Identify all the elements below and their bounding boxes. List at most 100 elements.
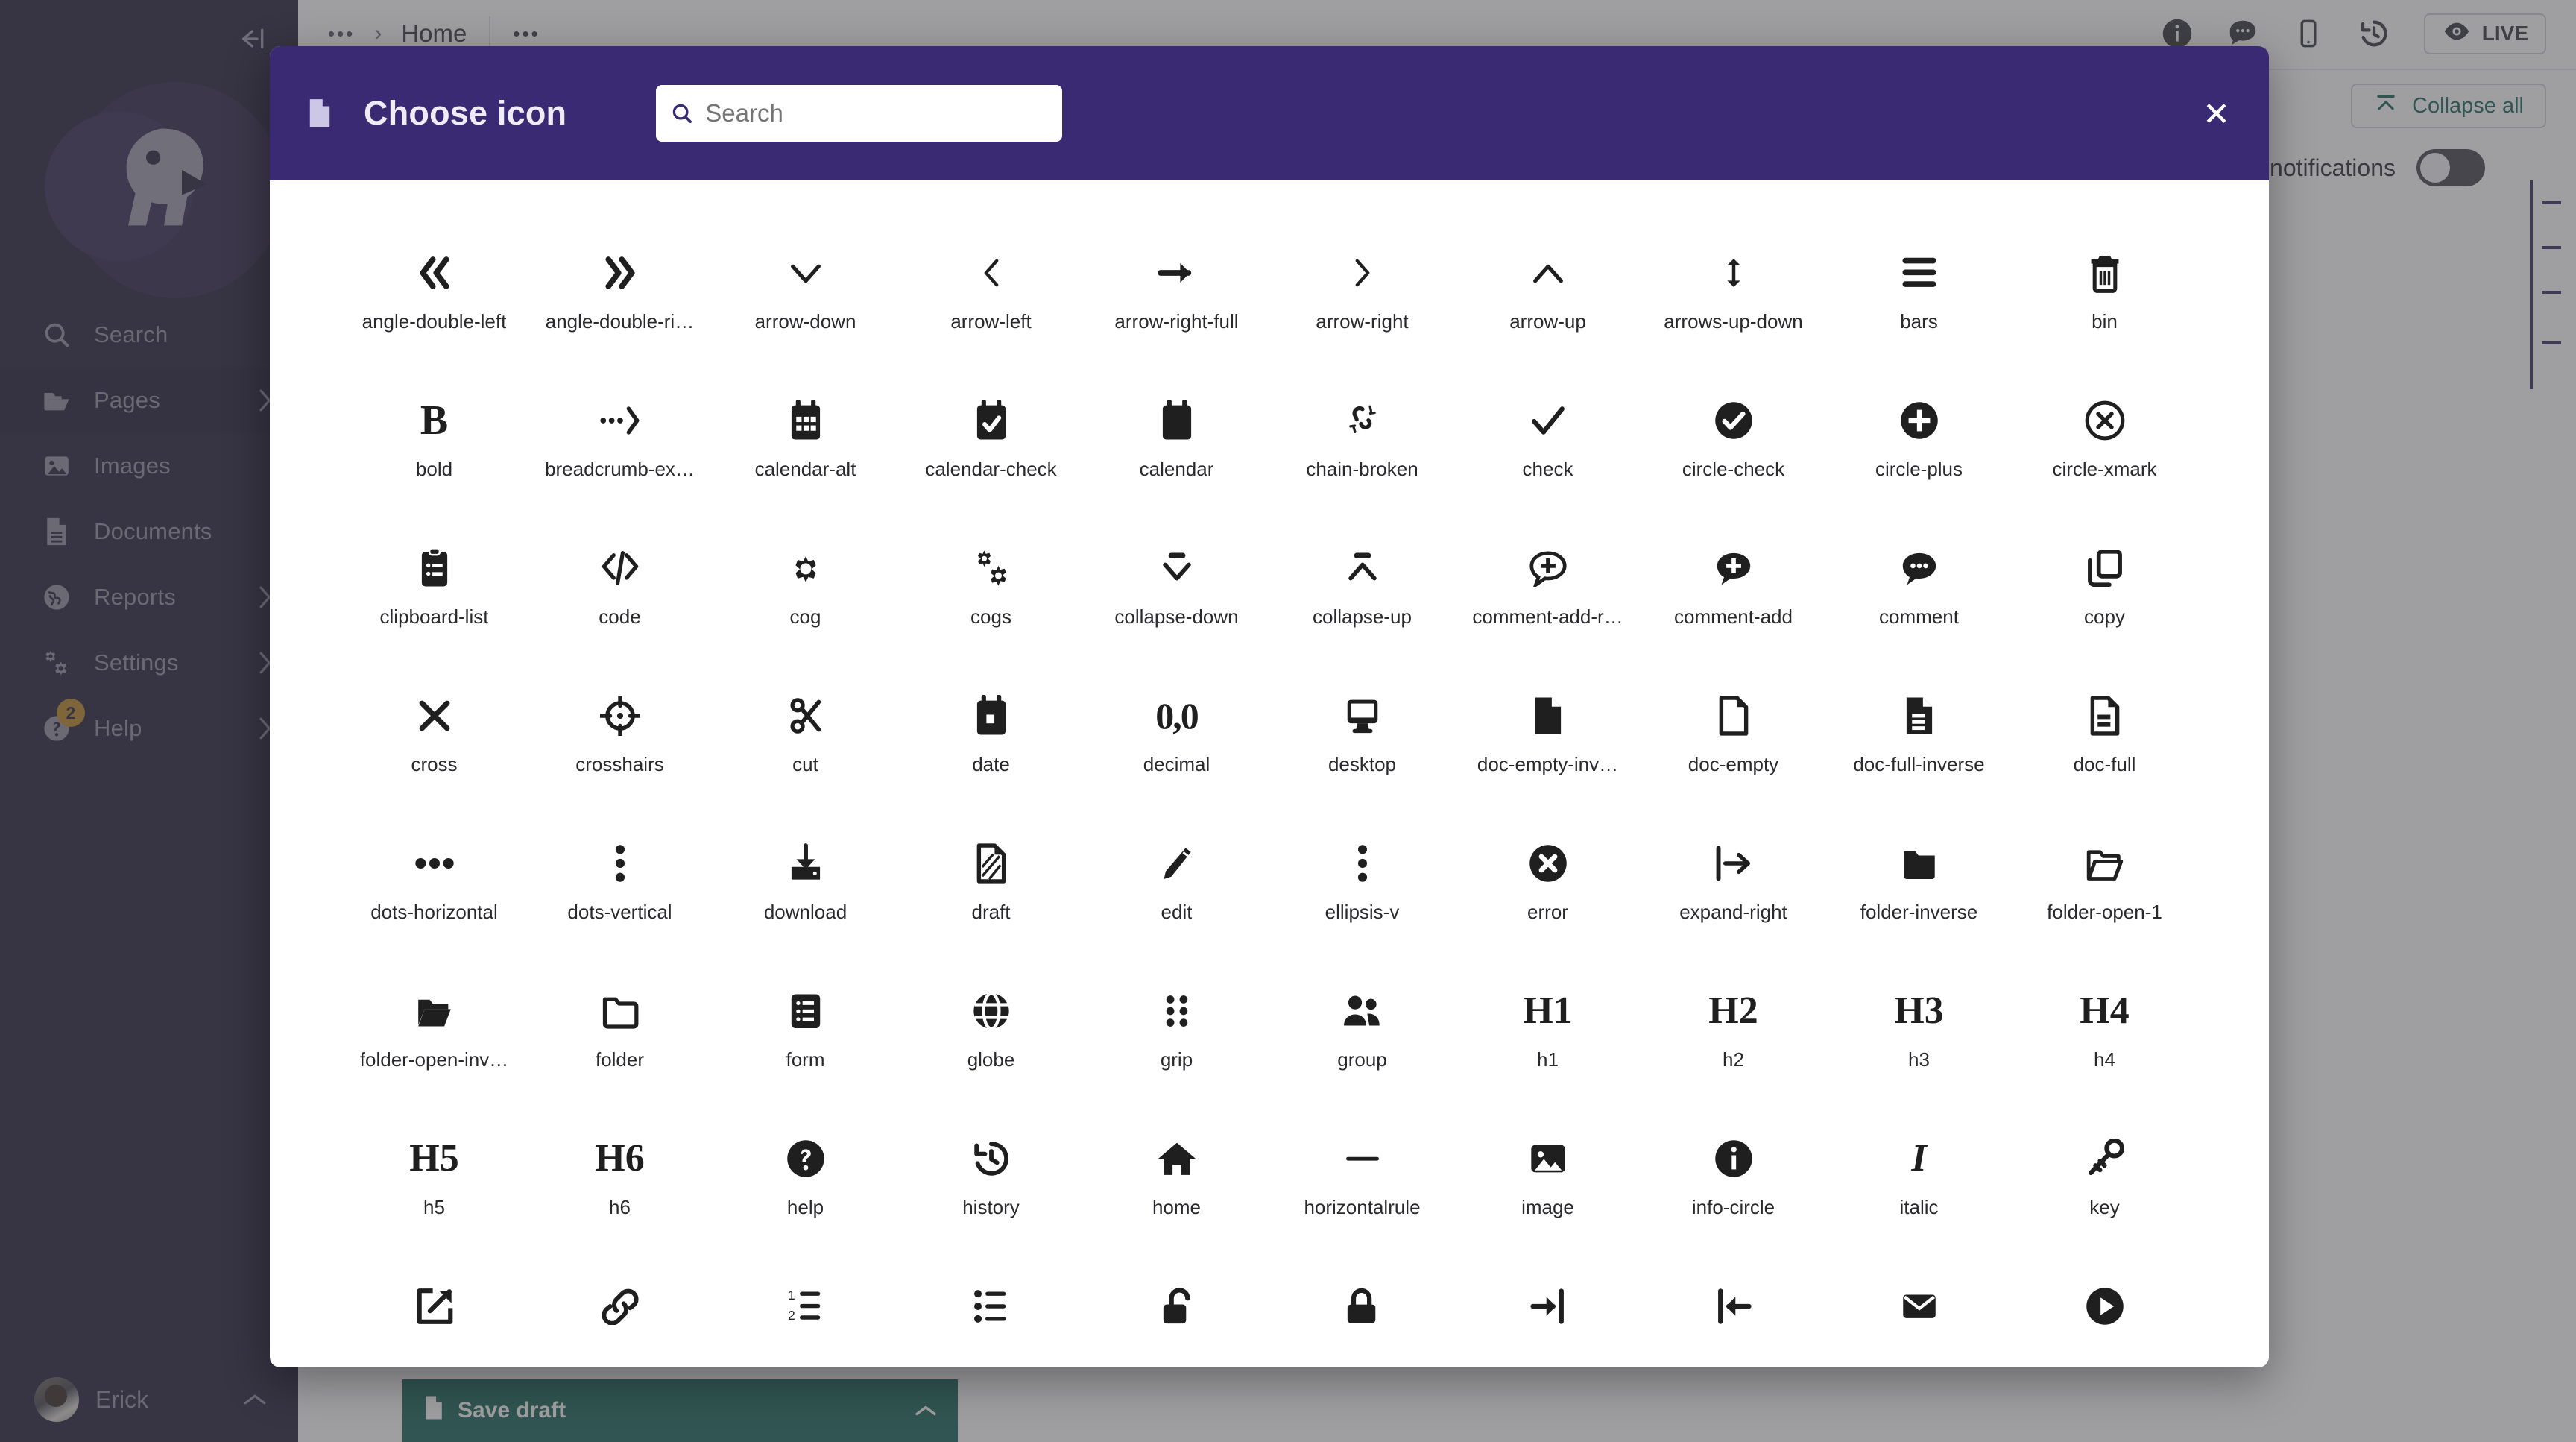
icon-option-lock[interactable] — [1269, 1268, 1455, 1367]
icon-option-doc-full-inverse[interactable]: doc-full-inverse — [1826, 677, 2012, 811]
icon-option-doc-empty[interactable]: doc-empty — [1641, 677, 1826, 811]
circle-check-icon — [1714, 386, 1754, 455]
icon-option-link-external[interactable] — [341, 1268, 527, 1367]
icon-option-help[interactable]: help — [713, 1120, 898, 1254]
arrows-up-down-icon — [1720, 239, 1748, 307]
modal-body: angle-double-leftangle-double-ri…arrow-d… — [270, 180, 2269, 1367]
icon-option-h6[interactable]: H6h6 — [527, 1120, 713, 1254]
icon-option-angle-double-left[interactable]: angle-double-left — [341, 234, 527, 368]
icon-option-date[interactable]: date — [898, 677, 1084, 811]
icon-option-h1[interactable]: H1h1 — [1455, 972, 1641, 1106]
icon-option-arrow-down[interactable]: arrow-down — [713, 234, 898, 368]
icon-option-collapse-up[interactable]: collapse-up — [1269, 529, 1455, 664]
icon-option-list-numbered[interactable]: 12 — [713, 1268, 898, 1367]
icon-option-bold[interactable]: Bbold — [341, 382, 527, 516]
folder-inverse-icon — [1900, 829, 1939, 898]
icon-search-box[interactable] — [656, 85, 1062, 142]
icon-option-clipboard-list[interactable]: clipboard-list — [341, 529, 527, 664]
icon-option-copy[interactable]: copy — [2012, 529, 2197, 664]
icon-option-bars[interactable]: bars — [1826, 234, 2012, 368]
icon-option-cog[interactable]: cog — [713, 529, 898, 664]
icon-option-arrow-right[interactable]: arrow-right — [1269, 234, 1455, 368]
icon-option-circle-xmark[interactable]: circle-xmark — [2012, 382, 2197, 516]
icon-option-label: h4 — [2094, 1048, 2115, 1071]
icon-option-calendar[interactable]: calendar — [1084, 382, 1269, 516]
arrow-right-full-icon — [1155, 239, 1199, 307]
icon-option-info-circle[interactable]: info-circle — [1641, 1120, 1826, 1254]
icon-option-decimal[interactable]: 0,0decimal — [1084, 677, 1269, 811]
icon-option-globe[interactable]: globe — [898, 972, 1084, 1106]
icon-option-label: arrow-right-full — [1114, 310, 1238, 333]
icon-option-key[interactable]: key — [2012, 1120, 2197, 1254]
icon-option-folder-inverse[interactable]: folder-inverse — [1826, 825, 2012, 959]
icon-option-dots-vertical[interactable]: dots-vertical — [527, 825, 713, 959]
icon-option-horizontalrule[interactable]: horizontalrule — [1269, 1120, 1455, 1254]
icon-option-h5[interactable]: H5h5 — [341, 1120, 527, 1254]
h3-icon: H3 — [1894, 977, 1943, 1045]
icon-option-h2[interactable]: H2h2 — [1641, 972, 1826, 1106]
icon-option-doc-empty-inverse[interactable]: doc-empty-inv… — [1455, 677, 1641, 811]
icon-option-lock-open[interactable] — [1084, 1268, 1269, 1367]
icon-option-collapse-down[interactable]: collapse-down — [1084, 529, 1269, 664]
icon-option-home[interactable]: home — [1084, 1120, 1269, 1254]
icon-option-image[interactable]: image — [1455, 1120, 1641, 1254]
icon-option-circle-check[interactable]: circle-check — [1641, 382, 1826, 516]
icon-option-h4[interactable]: H4h4 — [2012, 972, 2197, 1106]
icon-option-arrow-left[interactable]: arrow-left — [898, 234, 1084, 368]
icon-option-form[interactable]: form — [713, 972, 898, 1106]
icon-option-check[interactable]: check — [1455, 382, 1641, 516]
chain-broken-icon — [1345, 386, 1380, 455]
icon-option-cross[interactable]: cross — [341, 677, 527, 811]
icon-option-label: bold — [416, 458, 452, 481]
icon-option-link[interactable] — [527, 1268, 713, 1367]
icon-option-arrow-right-full[interactable]: arrow-right-full — [1084, 234, 1269, 368]
icon-option-doc-full[interactable]: doc-full — [2012, 677, 2197, 811]
icon-option-desktop[interactable]: desktop — [1269, 677, 1455, 811]
icon-option-logout[interactable] — [1641, 1268, 1826, 1367]
search-input[interactable] — [705, 99, 1047, 127]
icon-option-comment-add-reply[interactable]: comment-add-r… — [1455, 529, 1641, 664]
icon-option-folder-open-1[interactable]: folder-open-1 — [2012, 825, 2197, 959]
icon-option-comment-add[interactable]: comment-add — [1641, 529, 1826, 664]
icon-option-mail[interactable] — [1826, 1268, 2012, 1367]
icon-option-label: comment — [1879, 605, 1959, 629]
icon-option-download[interactable]: download — [713, 825, 898, 959]
icon-option-folder[interactable]: folder — [527, 972, 713, 1106]
icon-option-bin[interactable]: bin — [2012, 234, 2197, 368]
close-icon[interactable]: ✕ — [2203, 98, 2230, 131]
icon-option-arrows-up-down[interactable]: arrows-up-down — [1641, 234, 1826, 368]
icon-option-expand-right[interactable]: expand-right — [1641, 825, 1826, 959]
icon-option-cogs[interactable]: cogs — [898, 529, 1084, 664]
icon-option-ellipsis-v[interactable]: ellipsis-v — [1269, 825, 1455, 959]
icon-option-history[interactable]: history — [898, 1120, 1084, 1254]
icon-option-dots-horizontal[interactable]: dots-horizontal — [341, 825, 527, 959]
icon-option-error[interactable]: error — [1455, 825, 1641, 959]
icon-option-circle-plus[interactable]: circle-plus — [1826, 382, 2012, 516]
icon-option-group[interactable]: group — [1269, 972, 1455, 1106]
icon-option-chain-broken[interactable]: chain-broken — [1269, 382, 1455, 516]
icon-option-code[interactable]: code — [527, 529, 713, 664]
icon-option-crosshairs[interactable]: crosshairs — [527, 677, 713, 811]
dots-horizontal-icon — [414, 829, 455, 898]
icon-option-cut[interactable]: cut — [713, 677, 898, 811]
icon-option-folder-open-inverse[interactable]: folder-open-inv… — [341, 972, 527, 1106]
icon-option-play-circle[interactable] — [2012, 1268, 2197, 1367]
icon-option-login[interactable] — [1455, 1268, 1641, 1367]
icon-option-comment[interactable]: comment — [1826, 529, 2012, 664]
icon-option-draft[interactable]: draft — [898, 825, 1084, 959]
icon-option-arrow-up[interactable]: arrow-up — [1455, 234, 1641, 368]
icon-option-list-bullet[interactable] — [898, 1268, 1084, 1367]
icon-option-label: doc-full — [2074, 753, 2136, 776]
icon-option-calendar-check[interactable]: calendar-check — [898, 382, 1084, 516]
icon-option-label: cut — [792, 753, 818, 776]
icon-option-italic[interactable]: Iitalic — [1826, 1120, 2012, 1254]
comment-add-icon — [1714, 534, 1753, 602]
icon-option-grip[interactable]: grip — [1084, 972, 1269, 1106]
icon-option-edit[interactable]: edit — [1084, 825, 1269, 959]
angle-double-left-icon — [414, 239, 455, 307]
icon-option-angle-double-right[interactable]: angle-double-ri… — [527, 234, 713, 368]
icon-option-breadcrumb-expand[interactable]: breadcrumb-ex… — [527, 382, 713, 516]
icon-option-calendar-alt[interactable]: calendar-alt — [713, 382, 898, 516]
icon-option-h3[interactable]: H3h3 — [1826, 972, 2012, 1106]
draft-icon — [975, 829, 1008, 898]
